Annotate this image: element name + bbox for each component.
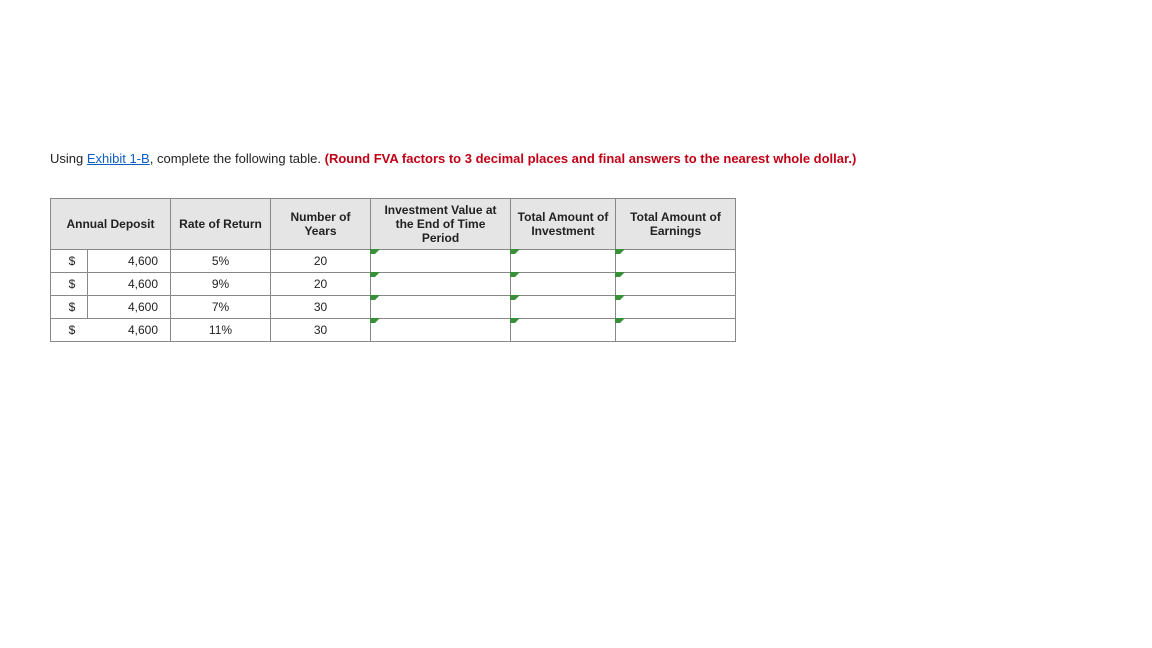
header-investment-value: Investment Value at the End of Time Peri…	[371, 199, 511, 250]
rate-of-return-value: 7%	[171, 296, 271, 319]
header-total-investment: Total Amount of Investment	[511, 199, 616, 250]
table-row: $ 4,600 5% 20	[51, 250, 736, 273]
total-earnings-input[interactable]	[616, 319, 736, 342]
investment-value-input[interactable]	[371, 319, 511, 342]
investment-value-input[interactable]	[371, 296, 511, 319]
total-earnings-input[interactable]	[616, 273, 736, 296]
header-total-earnings: Total Amount of Earnings	[616, 199, 736, 250]
number-of-years-value: 30	[271, 296, 371, 319]
currency-sign: $	[57, 273, 88, 295]
annual-deposit-value: 4,600	[88, 296, 164, 318]
total-investment-input[interactable]	[511, 250, 616, 273]
currency-sign: $	[57, 319, 87, 341]
fva-table: Annual Deposit Rate of Return Number of …	[50, 198, 736, 342]
number-of-years-value: 30	[271, 319, 371, 342]
investment-value-input[interactable]	[371, 250, 511, 273]
currency-sign: $	[57, 296, 88, 318]
annual-deposit-value: 4,600	[88, 273, 164, 295]
total-earnings-input[interactable]	[616, 250, 736, 273]
total-investment-input[interactable]	[511, 296, 616, 319]
rate-of-return-value: 11%	[171, 319, 271, 342]
number-of-years-value: 20	[271, 273, 371, 296]
exhibit-link[interactable]: Exhibit 1-B	[87, 151, 150, 166]
instruction-text: Using Exhibit 1-B, complete the followin…	[50, 150, 1102, 168]
instruction-mid: , complete the following table.	[150, 151, 325, 166]
instruction-bold: (Round FVA factors to 3 decimal places a…	[325, 151, 857, 166]
header-rate-of-return: Rate of Return	[171, 199, 271, 250]
investment-value-input[interactable]	[371, 273, 511, 296]
rate-of-return-value: 5%	[171, 250, 271, 273]
total-earnings-input[interactable]	[616, 296, 736, 319]
instruction-prefix: Using	[50, 151, 87, 166]
annual-deposit-value: 4,600	[88, 250, 164, 272]
total-investment-input[interactable]	[511, 273, 616, 296]
annual-deposit-value: 4,600	[87, 319, 164, 341]
total-investment-input[interactable]	[511, 319, 616, 342]
currency-sign: $	[57, 250, 88, 272]
rate-of-return-value: 9%	[171, 273, 271, 296]
table-row: $ 4,600 7% 30	[51, 296, 736, 319]
header-number-of-years: Number of Years	[271, 199, 371, 250]
header-annual-deposit: Annual Deposit	[51, 199, 171, 250]
number-of-years-value: 20	[271, 250, 371, 273]
table-row: $ 4,600 9% 20	[51, 273, 736, 296]
table-row: $ 4,600 11% 30	[51, 319, 736, 342]
